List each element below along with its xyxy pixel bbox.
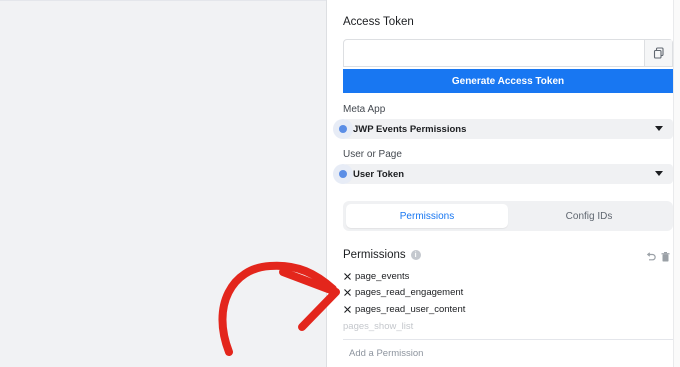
tab-bar: Permissions Config IDs — [343, 201, 673, 231]
user-or-page-value: User Token — [353, 168, 405, 180]
scrollbar[interactable] — [673, 0, 680, 367]
tab-config-ids[interactable]: Config IDs — [508, 204, 670, 228]
copy-button[interactable] — [644, 40, 672, 66]
remove-icon[interactable] — [343, 272, 352, 281]
permission-item: page_events — [343, 271, 409, 282]
permission-label: pages_read_engagement — [355, 287, 464, 298]
access-token-input[interactable] — [343, 39, 673, 67]
remove-icon[interactable] — [343, 288, 352, 297]
user-or-page-label: User or Page — [343, 149, 402, 160]
access-token-title: Access Token — [343, 16, 414, 28]
remove-icon[interactable] — [343, 305, 352, 314]
trash-icon[interactable] — [661, 252, 670, 262]
permission-item: pages_read_engagement — [343, 287, 463, 298]
user-or-page-select[interactable]: User Token — [343, 164, 673, 184]
caret-down-icon — [655, 171, 663, 176]
copy-icon — [653, 47, 664, 59]
permissions-heading: Permissions i — [343, 249, 421, 261]
permission-label: page_events — [355, 271, 410, 282]
indicator-dot — [339, 125, 347, 133]
info-icon[interactable]: i — [410, 250, 421, 260]
add-permission-input[interactable]: Add a Permission — [343, 339, 673, 367]
caret-down-icon — [655, 126, 663, 131]
permission-label: pages_read_user_content — [355, 304, 466, 315]
permission-suggestion[interactable]: pages_show_list — [343, 321, 413, 332]
tab-permissions[interactable]: Permissions — [346, 204, 508, 228]
meta-app-label: Meta App — [343, 104, 386, 115]
left-pane — [0, 1, 326, 367]
undo-icon[interactable] — [646, 252, 656, 262]
meta-app-select[interactable]: JWP Events Permissions — [343, 119, 673, 139]
generate-access-token-button[interactable]: Generate Access Token — [343, 69, 673, 93]
indicator-dot — [339, 170, 347, 178]
permission-item: pages_read_user_content — [343, 304, 465, 315]
meta-app-value: JWP Events Permissions — [353, 123, 467, 135]
permissions-title: Permissions — [343, 249, 406, 261]
